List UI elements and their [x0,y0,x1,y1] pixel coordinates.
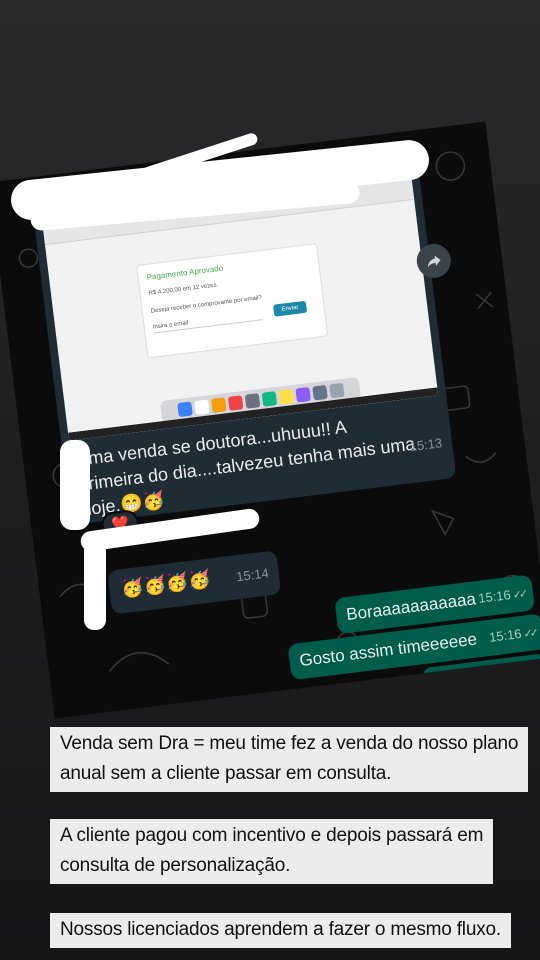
message-time: 15:13 [408,435,443,455]
story-caption-1: Venda sem Dra = meu time fez a venda do … [50,727,529,792]
payment-modal: Pagamento Aprovado R$ 4.200,00 em 12 vez… [136,242,329,359]
email-input-placeholder: Insira o email [152,311,263,334]
message-time: 15:16✓✓ [488,626,537,645]
modal-title: Pagamento Aprovado [146,263,224,282]
email-question: Deseja receber o comprovante por email? [150,295,263,315]
amount-text: R$ 4.200,00 em 12 vezes. [148,282,219,297]
message-time: 15:16✓✓ [477,587,526,606]
message-time: 15:16✓✓ [493,665,540,685]
message-text: Avante [432,668,487,694]
story-caption-3: Nossos licenciados aprendem a fazer o me… [50,913,511,948]
redaction-scribble [84,540,106,630]
read-ticks-icon: ✓✓ [512,588,526,602]
send-button: Enviar [272,300,308,317]
redaction-scribble [60,440,90,530]
emoji-text: 🥳🥳🥳🥳 [120,568,212,600]
read-ticks-icon: ✓✓ [522,627,537,641]
read-ticks-icon: ✓✓ [527,666,540,681]
message-time: 15:14 [235,565,270,585]
story-caption-2: A cliente pagou com incentivo e depois p… [50,819,494,884]
